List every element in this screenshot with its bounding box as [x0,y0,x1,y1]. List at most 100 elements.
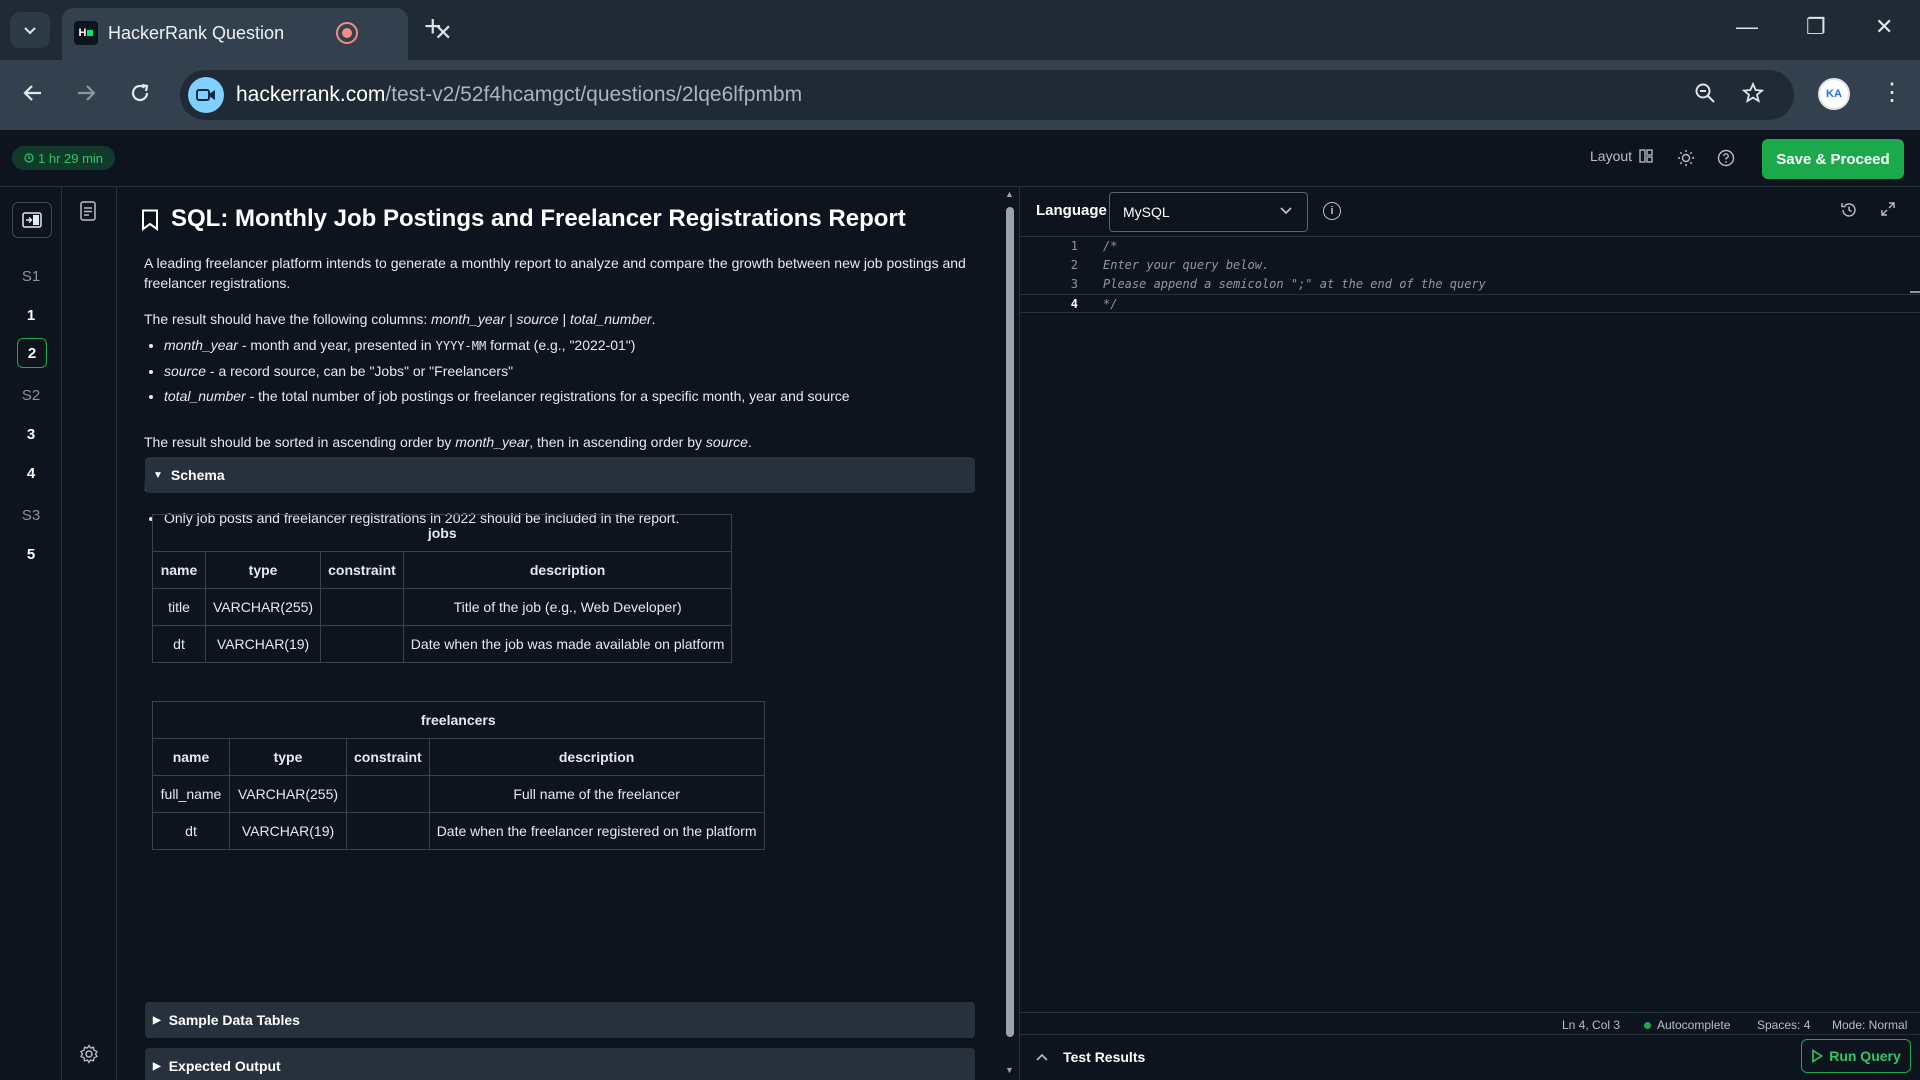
help-icon[interactable] [1715,147,1737,169]
rail-section-s2[interactable]: S2 [12,380,50,410]
spaces-setting[interactable]: Spaces: 4 [1757,1018,1810,1032]
history-icon[interactable] [1840,201,1860,221]
theme-toggle-icon[interactable] [1675,147,1697,169]
scroll-down-icon[interactable]: ▼ [1005,1065,1014,1075]
scrollbar-thumb[interactable] [1006,207,1014,1037]
language-value: MySQL [1123,204,1170,220]
editor-status-bar: Ln 4, Col 3 Autocomplete Spaces: 4 Mode:… [1020,1012,1920,1034]
browser-tab-active[interactable]: H HackerRank Question ✕ [62,8,452,60]
reload-icon[interactable] [129,82,151,111]
url-text: hackerrank.com/test-v2/52f4hcamgct/quest… [236,83,802,107]
restore-window-icon[interactable]: ❐ [1806,14,1826,40]
play-icon [1812,1049,1824,1063]
fullscreen-icon[interactable] [1880,201,1900,221]
status-dot-icon [1644,1022,1651,1029]
table-header-row: name type constraint description [152,551,733,589]
autocomplete-toggle[interactable]: Autocomplete [1644,1018,1730,1032]
zoom-icon[interactable] [1694,82,1716,110]
rail-question-5[interactable]: 5 [12,539,50,569]
rail-question-4[interactable]: 4 [12,458,50,488]
new-tab-button[interactable]: + [424,12,442,42]
browser-menu-icon[interactable]: ⋮ [1880,78,1904,107]
accordion-label: Expected Output [168,1058,281,1074]
url-host: hackerrank.com [236,83,386,106]
list-item: source - a record source, can be "Jobs" … [164,361,1001,381]
chevron-up-icon [1036,1053,1051,1065]
run-query-button[interactable]: Run Query [1801,1039,1911,1073]
profile-avatar[interactable]: KA [1818,78,1850,110]
code-line-current[interactable]: 4 */ [1020,294,1920,313]
document-icon[interactable] [79,201,99,221]
question-body: A leading freelancer platform intends to… [144,253,1001,546]
clock-icon [24,153,34,163]
table-row: title VARCHAR(255) Title of the job (e.g.,… [152,588,733,626]
question-panel: SQL: Monthly Job Postings and Freelancer… [117,187,1001,1080]
language-label: Language [1036,202,1107,219]
sidebar-toggle-icon [22,212,42,228]
columns-list: month_year | source | total_number [431,311,652,327]
rail-question-2[interactable]: 2 [17,338,47,368]
accordion-label: Sample Data Tables [168,1012,300,1028]
table-row: dt VARCHAR(19) Date when the freelancer re… [152,812,765,850]
layout-button[interactable]: Layout [1590,148,1654,164]
table-header-row: name type constraint description [152,738,765,776]
sort-sentence: The result should be sorted in ascending… [144,434,752,450]
settings-gear-icon[interactable] [79,1044,99,1064]
language-select[interactable]: MySQL [1109,192,1308,232]
collapse-sidebar-button[interactable] [12,202,52,238]
code-area[interactable]: 1/* 2 Enter your query below. 3 Please app… [1020,237,1920,1012]
rail-question-3[interactable]: 3 [12,419,50,449]
table-row: full_name VARCHAR(255) Full name of the fr… [152,775,765,813]
accordion-label: Schema [170,467,225,483]
timer-badge: 1 hr 29 min [12,146,116,170]
info-icon[interactable]: i [1323,202,1341,220]
save-and-proceed-button[interactable]: Save & Proceed [1762,139,1904,179]
chevron-down-icon [24,27,36,35]
code-line[interactable]: 3 Please append a semicolon ";" at the en… [1020,275,1920,294]
bookmark-icon[interactable] [141,209,159,231]
list-item: month_year - month and year, presented i… [164,335,1001,356]
test-results-bar: Test Results Run Query [1020,1034,1920,1080]
rail-section-s3[interactable]: S3 [12,500,50,530]
screen-share-camera-icon[interactable] [188,77,224,113]
code-editor-panel: Language MySQL i 1/* 2 Enter your query b… [1019,187,1920,1080]
layout-icon [1639,149,1653,163]
expected-output-accordion[interactable]: ▶ Expected Output [145,1048,975,1080]
bookmark-star-icon[interactable] [1741,81,1765,110]
editor-mode[interactable]: Mode: Normal [1832,1018,1907,1032]
tab-search-button[interactable] [10,12,50,48]
run-query-label: Run Query [1829,1048,1901,1064]
minimize-window-icon[interactable]: — [1736,14,1758,40]
secondary-rail [62,187,117,1080]
hackerrank-favicon-icon: H [74,21,98,45]
back-arrow-icon[interactable] [22,82,44,111]
question-scrollbar[interactable]: ▲ ▼ [1003,187,1017,1080]
caret-right-icon: ▶ [153,1014,161,1026]
table-name: jobs [151,514,733,552]
rail-question-1[interactable]: 1 [12,300,50,330]
code-line[interactable]: 1/* [1020,237,1920,256]
test-results-label: Test Results [1063,1049,1146,1065]
layout-label: Layout [1590,148,1633,164]
columns-bullets: month_year - month and year, presented i… [164,335,1001,406]
question-navigation-rail: S1 1 2 S2 3 4 S3 5 [0,187,62,1080]
recording-indicator-icon [336,22,358,44]
forward-arrow-icon[interactable] [75,82,97,111]
question-intro: A leading freelancer platform intends to… [144,255,966,291]
sample-data-accordion[interactable]: ▶ Sample Data Tables [145,1002,975,1038]
chevron-down-icon [1279,203,1293,220]
cursor-position: Ln 4, Col 3 [1562,1018,1621,1032]
rail-section-s1[interactable]: S1 [12,261,50,291]
caret-down-icon: ▼ [153,469,163,481]
scroll-up-icon[interactable]: ▲ [1005,189,1014,199]
editor-scroll-marker [1910,291,1920,293]
code-line[interactable]: 2 Enter your query below. [1020,256,1920,275]
question-title: SQL: Monthly Job Postings and Freelancer… [171,205,906,232]
schema-accordion[interactable]: ▼ Schema [145,457,975,493]
test-results-toggle[interactable]: Test Results [1036,1049,1145,1065]
browser-toolbar: hackerrank.com/test-v2/52f4hcamgct/quest… [0,60,1920,130]
browser-tab-bar: H HackerRank Question ✕ + — ❐ ✕ [0,0,1920,60]
table-row: dt VARCHAR(19) Date when the job was made … [152,625,733,663]
close-window-icon[interactable]: ✕ [1875,14,1893,40]
address-bar[interactable]: hackerrank.com/test-v2/52f4hcamgct/quest… [180,70,1794,120]
